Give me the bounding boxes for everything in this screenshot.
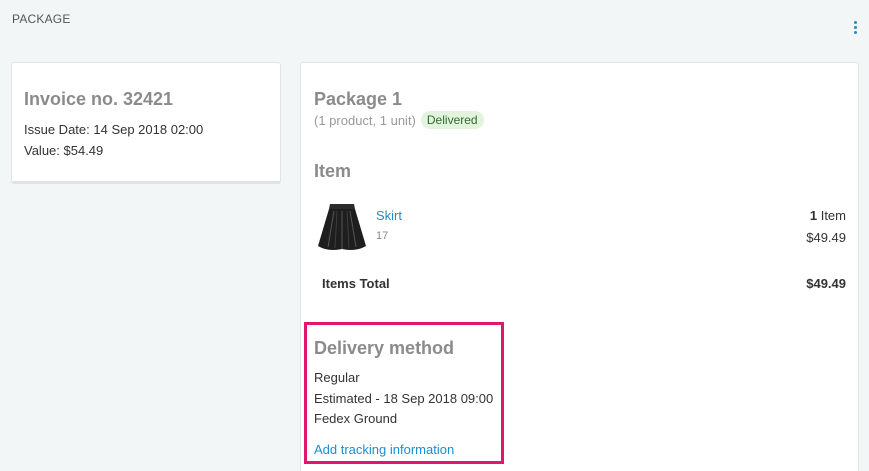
items-heading: Item bbox=[314, 161, 352, 181]
section-title: PACKAGE bbox=[12, 12, 71, 26]
item-qty-unit: Item bbox=[817, 208, 846, 223]
invoice-value: Value: $54.49 bbox=[24, 143, 104, 158]
package-summary-row: (1 product, 1 unit) Delivered bbox=[314, 111, 484, 129]
item-quantity: 1 Item bbox=[810, 208, 846, 223]
item-sku: 17 bbox=[376, 230, 389, 242]
items-total-value: $49.49 bbox=[806, 276, 846, 291]
package-summary: (1 product, 1 unit) bbox=[314, 112, 416, 128]
invoice-card: Invoice no. 32421 Issue Date: 14 Sep 201… bbox=[11, 62, 281, 184]
invoice-title: Invoice no. 32421 bbox=[24, 89, 174, 109]
delivery-estimated: Estimated - 18 Sep 2018 09:00 bbox=[314, 391, 494, 406]
item-price: $49.49 bbox=[806, 230, 846, 245]
delivery-carrier: Fedex Ground bbox=[314, 411, 398, 426]
item-qty-value: 1 bbox=[809, 208, 818, 223]
item-name-link[interactable]: Skirt bbox=[376, 208, 402, 223]
status-badge: Delivered bbox=[420, 111, 484, 129]
invoice-issue-date: Issue Date: 14 Sep 2018 02:00 bbox=[24, 122, 204, 137]
package-title: Package 1 bbox=[314, 89, 403, 109]
add-tracking-link[interactable]: Add tracking information bbox=[314, 442, 454, 457]
delivery-method-section: Delivery method Regular Estimated - 18 S… bbox=[304, 322, 504, 464]
more-options-icon[interactable] bbox=[851, 21, 859, 35]
skirt-product-image bbox=[318, 204, 366, 250]
delivery-method: Regular bbox=[314, 370, 360, 385]
items-total-label: Items Total bbox=[322, 276, 390, 291]
delivery-heading: Delivery method bbox=[314, 338, 455, 358]
